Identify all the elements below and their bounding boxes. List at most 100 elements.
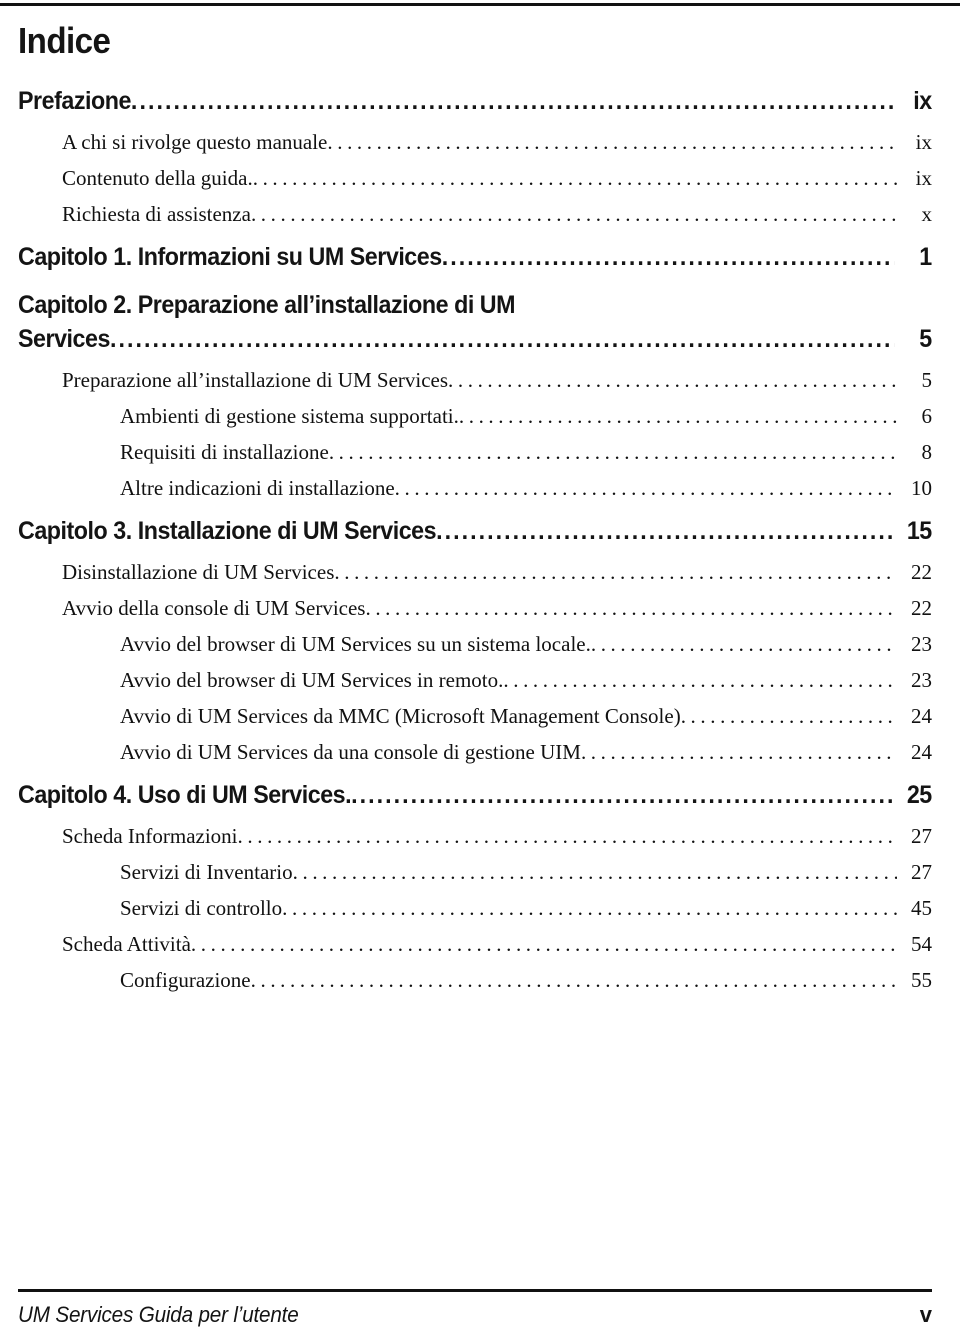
toc-leader-dots <box>327 130 897 154</box>
toc-leader-dots <box>365 596 897 620</box>
toc-entry-label: Ambienti di gestione sistema supportati. <box>120 404 459 428</box>
toc-entry-label: Servizi di Inventario <box>120 860 293 884</box>
toc-entry-page: 6 <box>921 404 933 428</box>
toc-leader-dots <box>681 704 897 728</box>
toc-entry-page: 23 <box>911 632 932 656</box>
toc-entry[interactable]: Avvio di UM Services da MMC (Microsoft M… <box>120 704 932 728</box>
toc-entry[interactable]: Avvio di UM Services da una console di g… <box>120 740 932 764</box>
toc-leader-dots <box>253 166 897 190</box>
toc-entry[interactable]: Servizi di Inventario 27 <box>120 860 932 884</box>
toc-entry-label: Avvio di UM Services da una console di g… <box>120 740 581 764</box>
toc-leader-dots <box>395 476 897 500</box>
toc-entry[interactable]: Scheda Attività 54 <box>62 932 932 956</box>
toc-entry-page: 10 <box>911 476 932 500</box>
toc-entry[interactable]: Avvio della console di UM Services 22 <box>62 596 932 620</box>
toc-entry-page: 45 <box>911 896 932 920</box>
toc-leader-dots <box>191 932 897 956</box>
toc-entry[interactable]: Contenuto della guida. ix <box>62 166 932 190</box>
toc-leader-dots <box>334 560 897 584</box>
toc-chapter-entry[interactable]: Prefazione ix <box>18 84 932 118</box>
toc-entry[interactable]: Altre indicazioni di installazione 10 <box>120 476 932 500</box>
toc-leader-dots <box>251 202 897 226</box>
footer-page-number: v <box>919 1302 932 1327</box>
toc-entry-label: Scheda Informazioni <box>62 824 238 848</box>
toc-entry-label: Servizi di controllo <box>120 896 283 920</box>
toc-entry-label-line2: Services <box>18 325 110 353</box>
footer-rule <box>18 1289 932 1292</box>
toc-entry-label: Avvio del browser di UM Services in remo… <box>120 668 504 692</box>
toc-leader-dots <box>459 404 897 428</box>
toc-leader-dots <box>282 896 897 920</box>
toc-chapter-entry[interactable]: Capitolo 2. Preparazione all’installazio… <box>18 288 932 356</box>
footer-book-title: UM Services Guida per l’utente <box>18 1302 299 1327</box>
toc-entry-label: Preparazione all’installazione di UM Ser… <box>62 368 449 392</box>
toc-leader-dots <box>503 668 897 692</box>
toc-entry-label: Altre indicazioni di installazione <box>120 476 395 500</box>
toc-entry-label: A chi si rivolge questo manuale <box>62 130 328 154</box>
toc-entry-label: Disinstallazione di UM Services <box>62 560 335 584</box>
toc-entry-page: 24 <box>911 740 932 764</box>
toc-entry-page: 22 <box>911 596 932 620</box>
toc-entry-page: 15 <box>906 517 932 545</box>
toc-entry[interactable]: Requisiti di installazione 8 <box>120 440 932 464</box>
toc-leader-dots <box>591 632 897 656</box>
toc-entry[interactable]: Preparazione all’installazione di UM Ser… <box>62 368 932 392</box>
toc-entry-label: Capitolo 3. Installazione di UM Services <box>18 517 437 545</box>
toc-leader-dots <box>581 740 897 764</box>
toc-entry[interactable]: A chi si rivolge questo manuale ix <box>62 130 932 154</box>
toc-entry-page: 23 <box>911 668 932 692</box>
toc-chapter-entry[interactable]: Capitolo 4. Uso di UM Services. 25 <box>18 778 932 812</box>
toc-entry-page: 55 <box>911 968 932 992</box>
page-title: Indice <box>18 20 111 61</box>
toc-entry-page: 24 <box>911 704 932 728</box>
toc-entry[interactable]: Ambienti di gestione sistema supportati.… <box>120 404 932 428</box>
toc-entry[interactable]: Avvio del browser di UM Services in remo… <box>120 668 932 692</box>
toc-leader-dots <box>293 860 897 884</box>
toc-entry-page: ix <box>915 130 932 154</box>
toc-entry-page: 27 <box>911 860 932 884</box>
toc-leader-dots <box>436 514 894 548</box>
toc-entry-page: 54 <box>911 932 932 956</box>
toc-leader-dots <box>238 824 897 848</box>
toc-leader-dots <box>329 440 897 464</box>
toc-entry-page: 5 <box>919 325 932 353</box>
toc-leader-dots <box>110 322 894 356</box>
toc-entry-page: 8 <box>921 440 933 464</box>
toc-entry-label: Richiesta di assistenza <box>62 202 251 226</box>
toc-entry[interactable]: Richiesta di assistenza x <box>62 202 932 226</box>
toc-entry[interactable]: Avvio del browser di UM Services su un s… <box>120 632 932 656</box>
toc-entry-label-line1: Capitolo 2. Preparazione all’installazio… <box>18 291 516 319</box>
toc-page: Indice Prefazione ix A chi si rivolge qu… <box>0 0 960 1344</box>
toc-chapter-entry[interactable]: Capitolo 1. Informazioni su UM Services … <box>18 240 932 274</box>
toc-content: Indice Prefazione ix A chi si rivolge qu… <box>18 20 932 992</box>
toc-entry[interactable]: Configurazione 55 <box>120 968 932 992</box>
toc-entry-page: ix <box>913 87 932 115</box>
toc-entry-label: Capitolo 4. Uso di UM Services. <box>18 781 352 809</box>
toc-entry-label: Avvio del browser di UM Services su un s… <box>120 632 591 656</box>
toc-entry-label: Avvio di UM Services da MMC (Microsoft M… <box>120 704 681 728</box>
toc-entry-page: 25 <box>906 781 932 809</box>
toc-entry-page: ix <box>915 166 932 190</box>
toc-entry[interactable]: Disinstallazione di UM Services 22 <box>62 560 932 584</box>
toc-entry-label: Avvio della console di UM Services <box>62 596 366 620</box>
toc-leader-dots <box>351 778 893 812</box>
toc-entry-label: Requisiti di installazione <box>120 440 329 464</box>
toc-entry-label: Prefazione <box>18 87 131 115</box>
page-footer: UM Services Guida per l’utente v <box>18 1302 932 1328</box>
toc-entry-label: Capitolo 1. Informazioni su UM Services <box>18 243 442 271</box>
toc-entry-page: 1 <box>919 243 932 271</box>
toc-entry[interactable]: Scheda Informazioni 27 <box>62 824 932 848</box>
toc-leader-dots <box>251 968 897 992</box>
toc-entry-label: Configurazione <box>120 968 251 992</box>
page-top-rule <box>0 3 960 6</box>
toc-leader-dots <box>442 240 894 274</box>
toc-entry-page: x <box>921 202 933 226</box>
toc-entry-label: Contenuto della guida. <box>62 166 253 190</box>
toc-leader-dots <box>448 368 897 392</box>
toc-entry-page: 27 <box>911 824 932 848</box>
toc-entry[interactable]: Servizi di controllo 45 <box>120 896 932 920</box>
toc-chapter-entry[interactable]: Capitolo 3. Installazione di UM Services… <box>18 514 932 548</box>
toc-leader-dots <box>131 84 894 118</box>
toc-entry-page: 22 <box>911 560 932 584</box>
toc-entry-label: Scheda Attività <box>62 932 191 956</box>
